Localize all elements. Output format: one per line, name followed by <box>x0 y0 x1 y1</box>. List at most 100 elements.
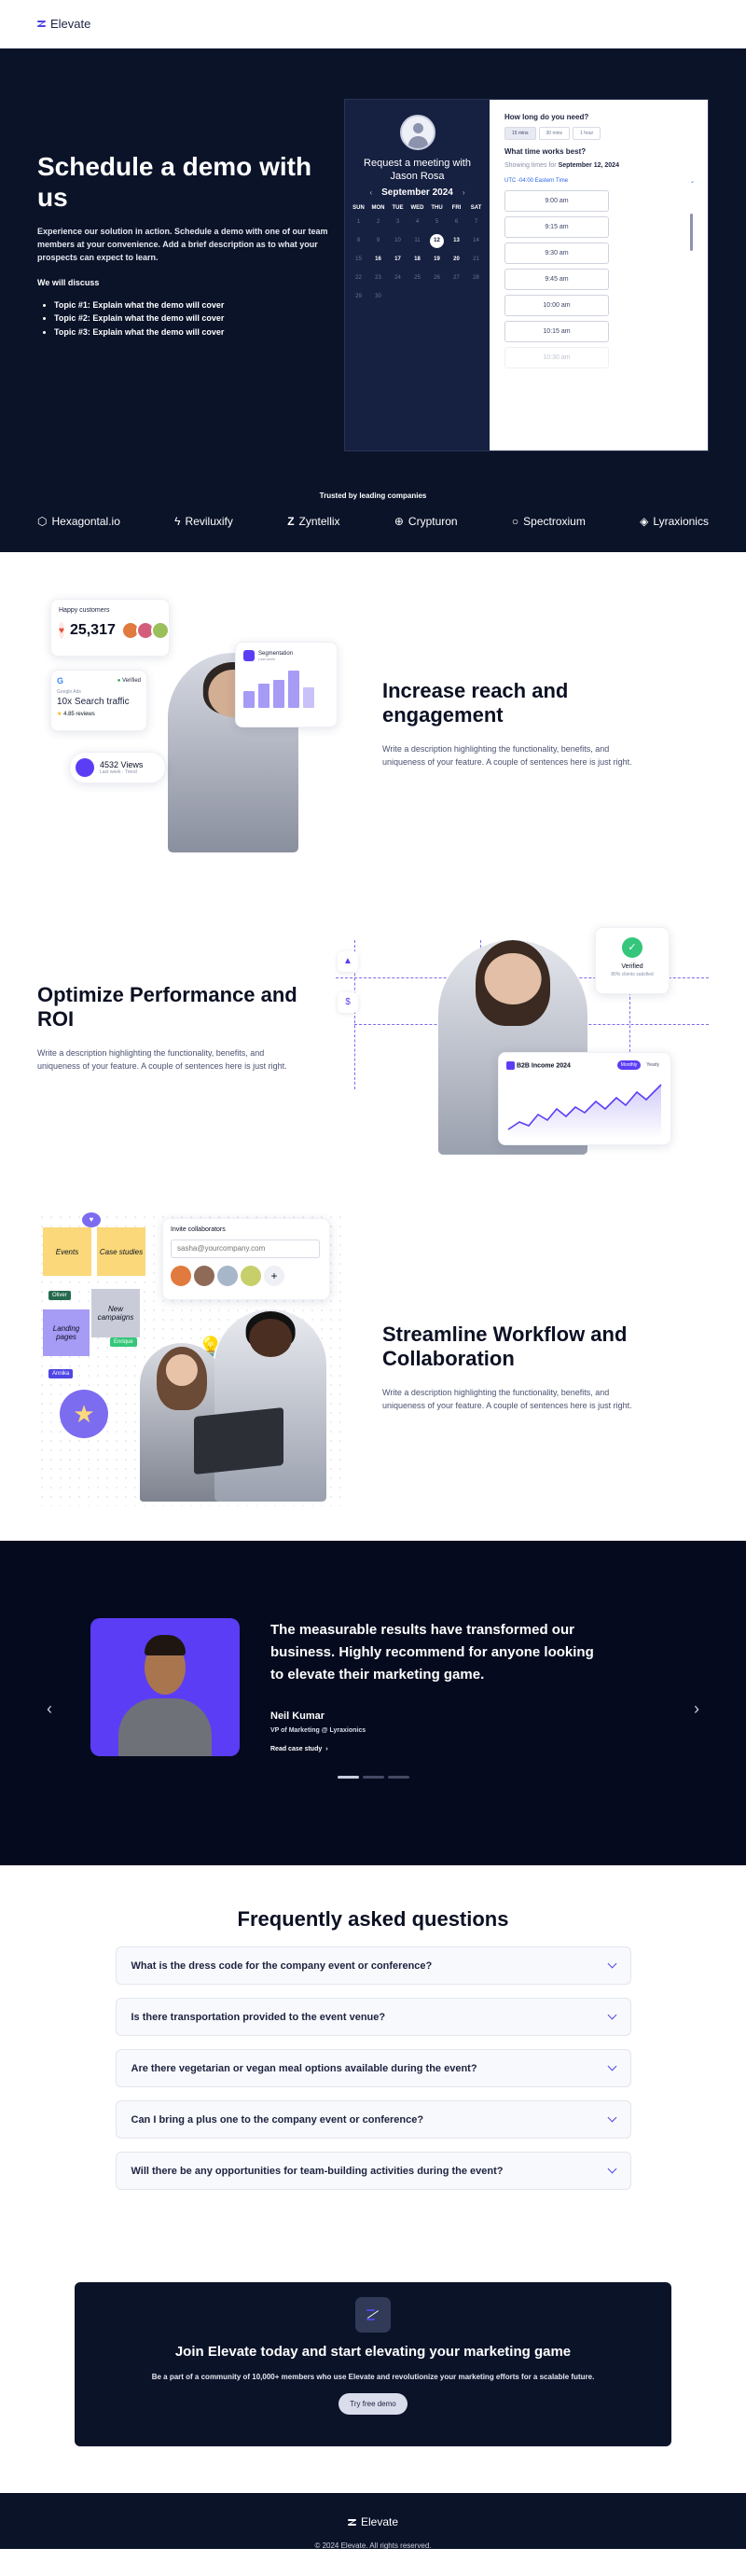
feature-reach-title: Increase reach and engagement <box>382 679 569 727</box>
company-logo: ◈ Lyraxionics <box>640 515 709 528</box>
duration-option[interactable]: 15 mins <box>504 127 536 140</box>
tab-yearly[interactable]: Yearly <box>642 1060 663 1070</box>
time-slot[interactable]: 9:15 am <box>504 216 609 239</box>
invite-email-input[interactable] <box>171 1239 320 1258</box>
site-header: Elevate <box>0 0 746 48</box>
calendar-day[interactable]: 20 <box>447 253 466 267</box>
chevron-down-icon <box>607 2061 616 2071</box>
diamond-icon: ◈ <box>640 515 649 528</box>
feature-performance: Optimize Performance and ROI Write a des… <box>0 888 746 1196</box>
add-collaborator-icon[interactable]: + <box>264 1265 284 1286</box>
company-name: Hexagontal.io <box>51 515 120 528</box>
weekday-label: FRI <box>451 204 462 211</box>
faq-item[interactable]: Will there be any opportunities for team… <box>115 2152 631 2190</box>
calendar-day: 24 <box>394 274 401 281</box>
verified-card: ✓ Verified 80% clients satisfied <box>595 927 670 994</box>
calendar-day[interactable]: 17 <box>388 253 408 267</box>
plus-circle-icon: ⊕ <box>394 515 404 528</box>
calendar-day[interactable]: 18 <box>408 253 427 267</box>
feature-workflow-title: Streamline Workflow and Collaboration <box>382 1323 628 1371</box>
search-traffic-card: G ● Verified Google Ads 10x Search traff… <box>50 670 147 731</box>
timezone-label: UTC -04:00 Eastern Time <box>504 178 569 185</box>
timezone-select[interactable]: UTC -04:00 Eastern Time ⌄ <box>504 178 695 185</box>
calendar-day: 30 <box>375 293 381 299</box>
footer-logo[interactable]: Elevate <box>0 2515 746 2528</box>
faq-item[interactable]: Are there vegetarian or vegan meal optio… <box>115 2049 631 2087</box>
feature-reach-text: Increase reach and engagement Write a de… <box>382 679 643 769</box>
calendar-day: 1 <box>356 218 361 225</box>
duration-option[interactable]: 30 mins <box>538 127 571 140</box>
month-label: September 2024 <box>381 187 453 198</box>
weekday-label: SUN <box>352 204 365 211</box>
time-slot[interactable]: 9:45 am <box>504 269 609 291</box>
weekday-label: SAT <box>470 204 482 211</box>
prev-month-icon[interactable]: ‹ <box>369 188 372 197</box>
calendar-day: 28 <box>473 274 479 281</box>
testimonial-quote: The measurable results have transformed … <box>270 1622 594 1683</box>
income-chart-card: B2B Income 2024 Monthly Yearly <box>498 1052 671 1145</box>
read-case-study-link[interactable]: Read case study › <box>270 1746 328 1752</box>
segmentation-label: Segmentation <box>258 650 294 657</box>
company-name: Spectroxium <box>523 515 586 528</box>
weekday-label: MON <box>371 204 385 211</box>
faq-question: What is the dress code for the company e… <box>131 1960 433 1972</box>
calendar-day[interactable]: 13 <box>447 234 466 248</box>
calendar-day: 11 <box>414 237 421 243</box>
time-slot[interactable]: 9:00 am <box>504 190 609 213</box>
duration-question: How long do you need? <box>504 113 589 121</box>
feature-reach-illustration: Happy customers ♥ 25,317 Segmentation La… <box>37 593 345 873</box>
duration-options: 15 mins 30 mins 1 hour <box>504 127 695 140</box>
time-slot[interactable]: 9:30 am <box>504 242 609 265</box>
happy-customers-label: Happy customers <box>59 607 110 614</box>
segmentation-sub: Last week <box>258 656 276 661</box>
carousel-dot[interactable] <box>387 1776 409 1779</box>
try-free-demo-button[interactable]: Try free demo <box>338 2393 408 2415</box>
dollar-icon: $ <box>338 992 358 1013</box>
time-slot[interactable]: 10:00 am <box>504 295 609 317</box>
hero-title: Schedule a demo with us <box>37 152 312 213</box>
happy-customers-count: 25,317 <box>69 622 116 638</box>
company-name: Zyntellix <box>298 515 340 528</box>
calendar-day: 27 <box>453 274 460 281</box>
verified-label: Verified <box>621 963 643 970</box>
feature-reach: Happy customers ♥ 25,317 Segmentation La… <box>0 560 746 888</box>
feature-performance-title: Optimize Performance and ROI <box>37 983 297 1032</box>
feature-workflow-description: Write a description highlighting the fun… <box>382 1387 632 1410</box>
carousel-dot[interactable] <box>337 1776 359 1779</box>
calendar-day[interactable]: 19 <box>427 253 447 267</box>
time-slot[interactable]: 10:15 am <box>504 321 609 343</box>
verified-sub: 80% clients satisfied <box>611 972 654 977</box>
faq-item[interactable]: Can I bring a plus one to the company ev… <box>115 2100 631 2139</box>
reviews-label: 4.85 reviews <box>63 712 95 717</box>
slot-scrollbar[interactable] <box>690 214 693 251</box>
company-logo: Z Zyntellix <box>287 515 339 528</box>
chart-icon <box>506 1060 515 1070</box>
carousel-dot[interactable] <box>362 1776 384 1779</box>
shapes-icon: ▲ <box>338 951 358 972</box>
laptop-image <box>194 1406 283 1475</box>
calendar-day[interactable]: 12 <box>430 233 444 248</box>
faq-question: Can I bring a plus one to the company ev… <box>131 2113 424 2126</box>
calendar-day: 2 <box>376 218 380 225</box>
calendar-day[interactable]: 16 <box>368 253 388 267</box>
discuss-heading: We will discuss <box>37 277 100 287</box>
calendar-day: 4 <box>415 218 420 225</box>
site-footer: Elevate © 2024 Elevate. All rights reser… <box>0 2493 746 2549</box>
hero-description: Experience our solution in action. Sched… <box>37 227 328 262</box>
next-month-icon[interactable]: › <box>463 188 465 197</box>
graph-icon <box>76 758 94 777</box>
chevron-left-icon[interactable]: ‹ <box>47 1699 52 1719</box>
duration-option[interactable]: 1 hour <box>573 127 601 140</box>
feature-workflow-text: Streamline Workflow and Collaboration Wr… <box>382 1323 653 1413</box>
company-name: Reviluxify <box>185 515 233 528</box>
time-slot[interactable]: 10:30 am <box>504 347 609 369</box>
faq-item[interactable]: Is there transportation provided to the … <box>115 1998 631 2036</box>
chevron-right-icon[interactable]: › <box>694 1699 699 1719</box>
faq-question: Will there be any opportunities for team… <box>131 2165 504 2177</box>
segmentation-bars <box>243 671 329 708</box>
tab-monthly[interactable]: Monthly <box>616 1060 642 1070</box>
verified-label: Verified <box>121 678 141 684</box>
brand-logo[interactable]: Elevate <box>37 17 90 31</box>
chevron-down-icon: ⌄ <box>689 179 695 186</box>
faq-item[interactable]: What is the dress code for the company e… <box>115 1946 631 1985</box>
